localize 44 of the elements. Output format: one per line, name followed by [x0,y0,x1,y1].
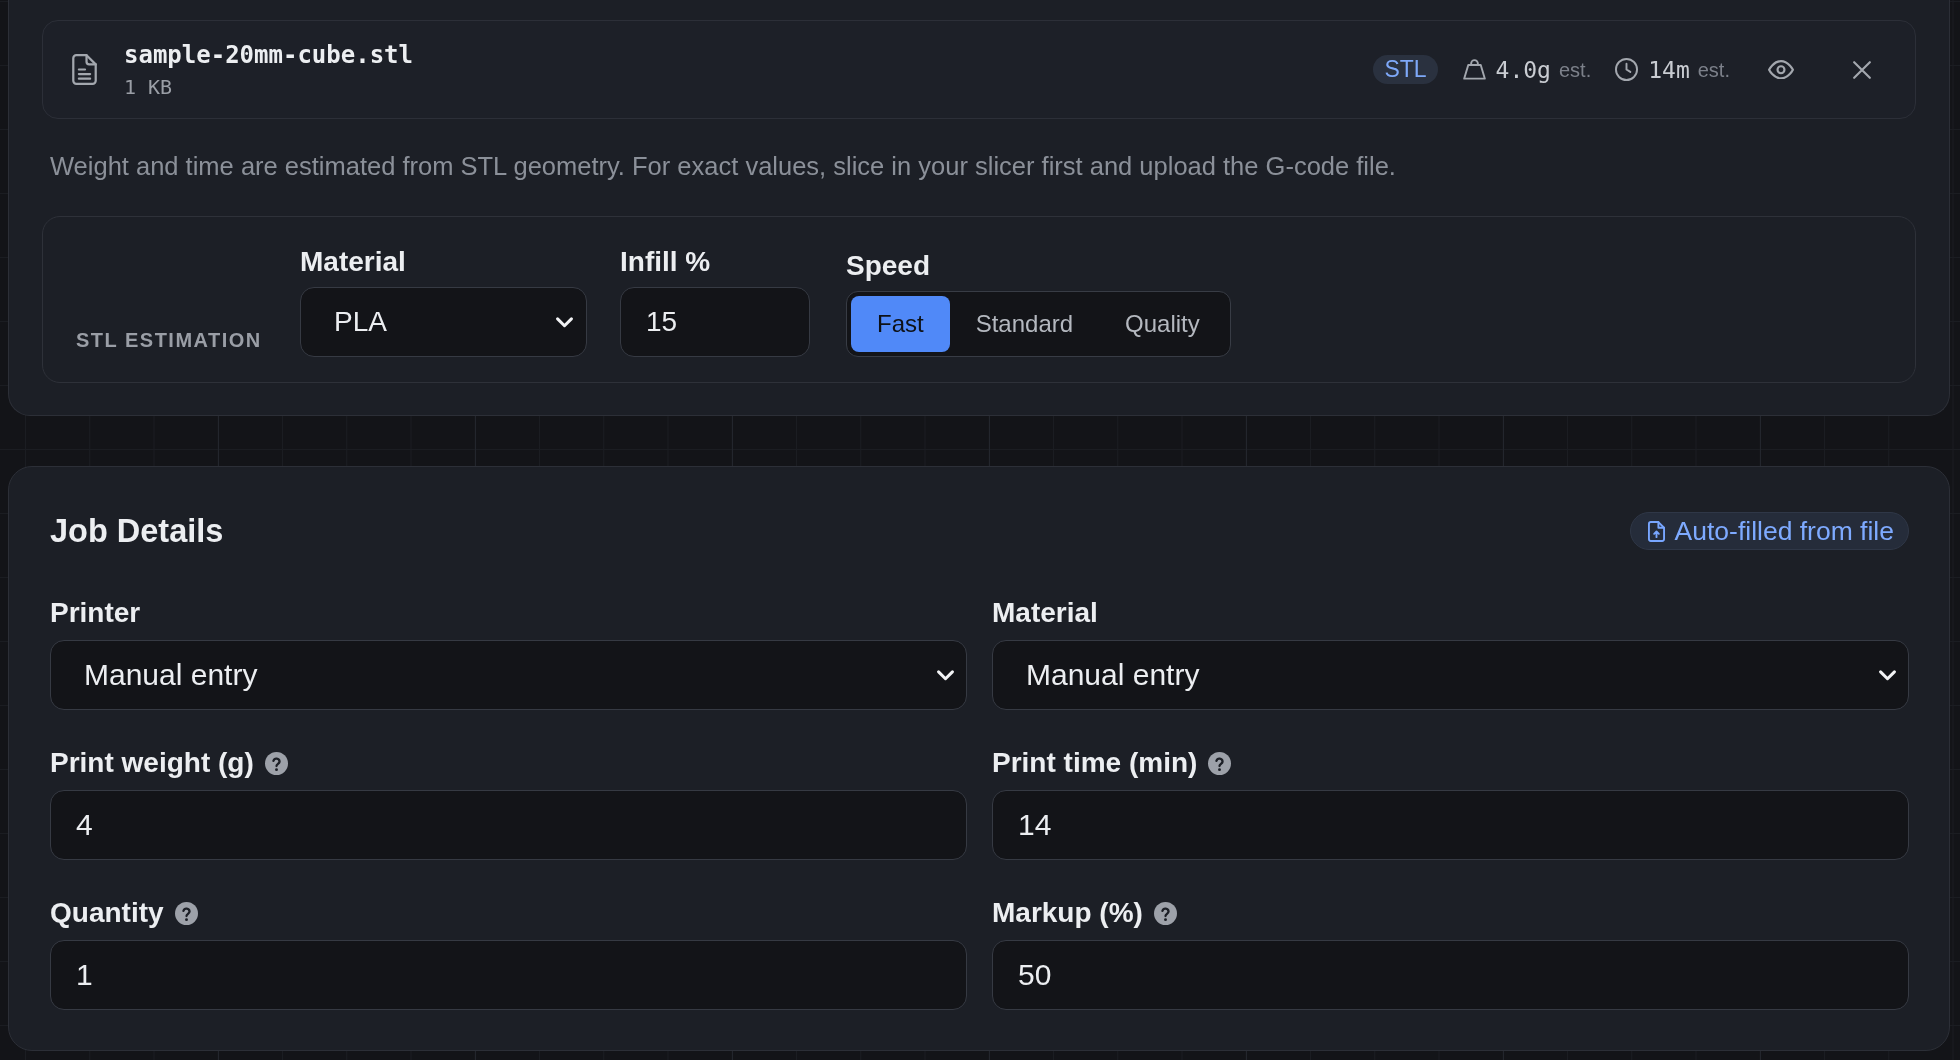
clock-icon [1615,58,1639,81]
help-icon[interactable] [1153,901,1177,925]
speed-option[interactable]: Standard [949,296,1100,352]
file-upload-icon [1647,520,1665,542]
number-input[interactable]: 15 [620,287,810,357]
chevron-down-icon [1879,669,1896,681]
chevron-down-icon [556,316,573,328]
weight-icon [1462,59,1486,80]
estimate-label: est. [1558,57,1592,83]
section-title: Job Details [50,512,224,550]
field-label: Quantity [50,896,164,930]
field-label: Speed [846,249,932,283]
close-icon[interactable] [1853,60,1871,79]
chevron-down-icon [937,669,954,681]
field-label: Print time (min) [992,746,1198,780]
dropdown-field[interactable]: PLA [300,287,587,357]
field-label: Material [300,245,406,279]
estimate-label: est. [1697,57,1730,83]
field-label: Infill % [620,245,711,279]
autofill-label: Auto-filled from file [1674,516,1894,546]
number-input[interactable]: 50 [992,940,1909,1010]
field-label: Printer [50,596,141,630]
field-label: Material [992,596,1098,630]
dropdown-field[interactable]: Manual entry [50,640,967,710]
number-input[interactable]: 14 [992,790,1909,860]
field-label: Markup (%) [992,896,1143,930]
field-label: Print weight (g) [50,746,254,780]
file-type-badge: STL [1373,55,1438,84]
file-name: sample-20mm-cube.stl [124,39,413,70]
help-icon[interactable] [264,751,288,775]
weight-estimate: 4.0g [1495,55,1551,84]
estimate-note: Weight and time are estimated from STL geometry. For exact values, slice in your slicer first and upload the G-code file. [49,151,1396,182]
number-input[interactable]: 4 [50,790,967,860]
dropdown-field[interactable]: Manual entry [992,640,1909,710]
number-input[interactable]: 1 [50,940,967,1010]
time-estimate: 14m [1648,55,1690,84]
section-label: STL ESTIMATION [76,328,263,352]
file-size: 1 KB [124,73,173,100]
file-icon [72,54,97,85]
speed-option[interactable]: Quality [1099,296,1226,352]
speed-option[interactable]: Fast [851,296,950,352]
help-icon[interactable] [174,901,198,925]
help-icon[interactable] [1208,751,1232,775]
eye-icon[interactable] [1768,59,1794,80]
